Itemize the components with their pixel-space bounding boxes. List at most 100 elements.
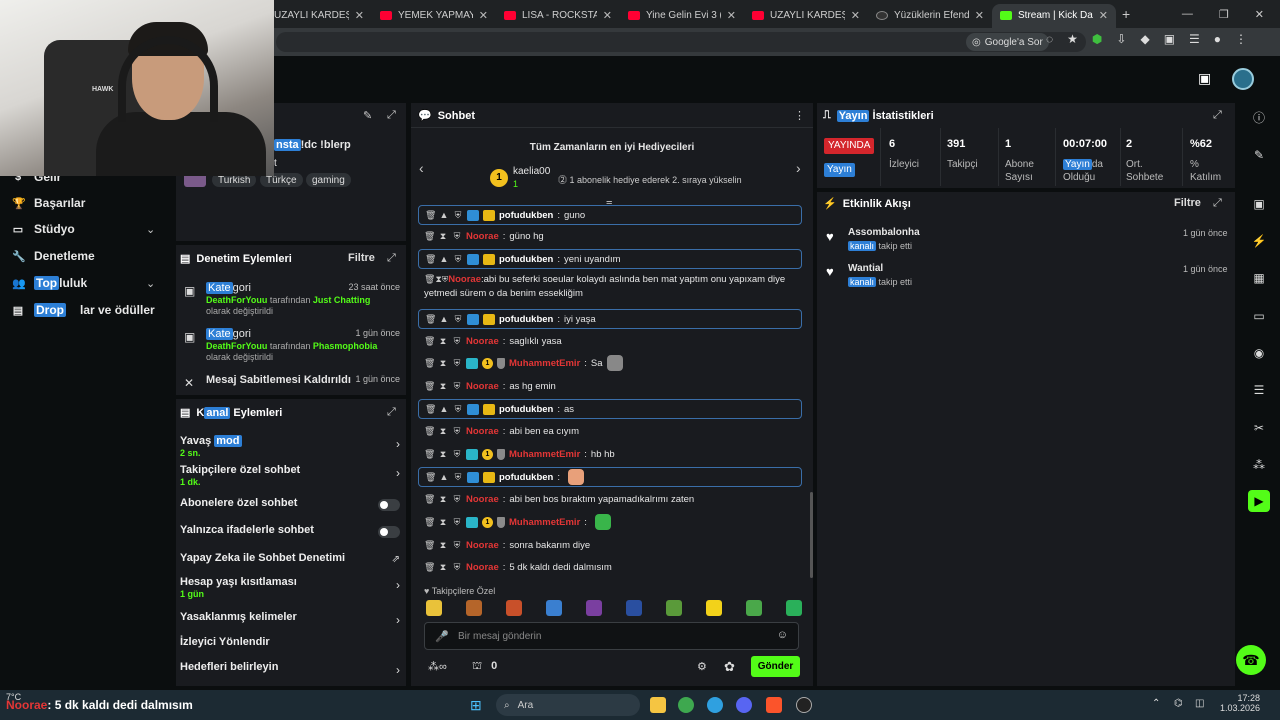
emote-icon[interactable] [506, 600, 522, 616]
emote-icon[interactable] [466, 600, 482, 616]
clipboard-icon[interactable]: ▦ [1248, 267, 1270, 289]
activity-user[interactable]: Assombalonha [848, 227, 920, 238]
emote-icon[interactable] [786, 600, 802, 616]
close-tab-icon[interactable]: ✕ [603, 9, 612, 22]
microphone-icon[interactable]: 🎤 [435, 630, 449, 643]
browser-tab[interactable]: Stream | Kick Dashb✕ [992, 3, 1116, 28]
browser-tab[interactable]: UZAYLI KARDEŞLERİ |✕ [744, 4, 868, 28]
expand-icon[interactable]: ⤢ [387, 406, 396, 419]
emote-icon[interactable] [626, 600, 642, 616]
raid-row[interactable]: İzleyici Yönlendir [180, 636, 402, 652]
chat-message[interactable]: 🗑 ⧗ ⛨ Noorae:5 dk kaldı dedi dalmısım [424, 558, 802, 576]
close-tab-icon[interactable]: ✕ [1099, 9, 1108, 22]
chat-message[interactable]: 🗑⧗⛨Noorae:abi bu seferki soeular kolaydı… [424, 272, 802, 302]
chat-message[interactable]: 🗑 ▲ ⛨ pofudukben: iyi yaşa [418, 309, 802, 329]
prev-gifter-arrow-icon[interactable]: ‹ [419, 160, 424, 176]
clock[interactable]: 17:28 1.03.2026 [1220, 693, 1260, 713]
info-icon[interactable]: ⓘ [1248, 107, 1270, 129]
lightning-icon[interactable]: ⚡ [1248, 230, 1270, 252]
reading-list-icon[interactable]: ☰ [1189, 32, 1200, 46]
nav-item-studyo[interactable]: ▭ Stüdyo [12, 222, 75, 236]
tray-chevron-icon[interactable]: ⌃ [1152, 698, 1160, 709]
browser-tab[interactable]: LISA - ROCKSTAR (O✕ [496, 4, 620, 28]
volume-icon[interactable]: ◫ [1195, 698, 1204, 709]
close-tab-icon[interactable]: ✕ [355, 9, 364, 22]
new-tab-icon[interactable]: + [1122, 6, 1130, 22]
eye-off-icon[interactable]: ◌ [1046, 32, 1053, 46]
slow-mode-row[interactable]: Yavaş mod 2 sn. › [180, 435, 402, 459]
next-gifter-arrow-icon[interactable]: › [796, 160, 801, 176]
help-chat-icon[interactable]: ☎ [1236, 645, 1266, 675]
tools-icon[interactable]: ✂ [1248, 417, 1270, 439]
omnibox[interactable] [276, 32, 1086, 52]
bookmark-star-icon[interactable]: ★ [1067, 32, 1078, 46]
windows-start-icon[interactable]: ⊞ [470, 698, 484, 712]
chat-message[interactable]: 🗑 ⧗ ⛨ Noorae: güno hg [424, 227, 802, 245]
chat-message[interactable]: 🗑 ⧗ ⛨ Noorae: sonra bakarım diye [424, 536, 802, 554]
expand-icon[interactable]: ⤢ [1213, 197, 1222, 210]
browser-tab[interactable]: Yüzüklerin Efendisi Y✕ [868, 4, 992, 28]
close-tab-icon[interactable]: ✕ [851, 9, 860, 22]
moderation-filter-button[interactable]: Filtre [348, 252, 375, 264]
close-tab-icon[interactable]: ✕ [727, 9, 736, 22]
expand-icon[interactable]: ⤢ [387, 109, 396, 122]
community-icon[interactable]: ⁂ [1248, 454, 1270, 476]
nav-item-basarilar[interactable]: 🏆 Başarılar [12, 196, 85, 210]
expand-icon[interactable]: ⤢ [387, 252, 396, 265]
puzzle-icon[interactable]: ▣ [1164, 32, 1175, 46]
studyo-chevron-down-icon[interactable]: ⌄ [146, 223, 155, 236]
nav-item-topluluk[interactable]: 👥 Top luluk [12, 276, 87, 290]
tag-pill[interactable]: gaming [306, 173, 351, 187]
chat-message[interactable]: 🗑 ⧗ ⛨ Noorae: abi ben ea cıyım [424, 422, 802, 440]
goals-row[interactable]: Hedefleri belirleyin › [180, 661, 402, 677]
obs-icon[interactable] [796, 697, 812, 713]
screen-share-icon[interactable]: ▣ [1248, 193, 1270, 215]
followers-only-row[interactable]: Takipçilere özel sohbet 1 dk. › [180, 464, 402, 488]
broadcast-icon[interactable]: ◉ [1248, 342, 1270, 364]
close-tab-icon[interactable]: ✕ [975, 9, 984, 22]
subscribers-only-toggle[interactable] [378, 499, 400, 511]
edge-icon[interactable] [707, 697, 723, 713]
layout-icon[interactable]: ☰ [1248, 379, 1270, 401]
emote-icon[interactable] [426, 600, 442, 616]
taskbar-search[interactable]: ⌕ Ara [496, 694, 640, 716]
infinity-points-icon[interactable]: ⁂∞ [428, 660, 447, 673]
discord-icon[interactable] [736, 697, 752, 713]
banned-words-row[interactable]: Yasaklanmış kelimeler › [180, 611, 402, 627]
maximize-icon[interactable]: ❐ [1219, 8, 1229, 21]
file-explorer-icon[interactable] [650, 697, 666, 713]
shield-extension-icon[interactable]: ⬢ [1092, 32, 1102, 46]
profile-icon[interactable]: ● [1214, 32, 1221, 46]
browser-tab[interactable]: YEMEK YAPMAYA GE✕ [372, 4, 496, 28]
settings-gear-icon[interactable]: ⚙ [697, 660, 707, 673]
close-tab-icon[interactable]: ✕ [479, 9, 488, 22]
account-age-row[interactable]: Hesap yaşı kısıtlaması 1 gün › [180, 576, 402, 600]
chat-icon[interactable]: ▭ [1248, 305, 1270, 327]
minimize-icon[interactable]: — [1182, 8, 1193, 20]
emoji-icon[interactable]: ☺ [777, 629, 788, 641]
google-sor-button[interactable]: ◎ Google'a Sor [966, 33, 1049, 51]
topluluk-chevron-down-icon[interactable]: ⌄ [146, 277, 155, 290]
chat-message[interactable]: 🗑 ⧗ ⛨ Noorae: as hg emin [424, 377, 802, 395]
activity-user[interactable]: Wantial [848, 263, 883, 274]
nav-item-denetleme[interactable]: 🔧 Denetleme [12, 249, 95, 263]
chat-message[interactable]: 🗑 ▲ ⛨ pofudukben: [418, 467, 802, 487]
ai-moderation-row[interactable]: Yapay Zeka ile Sohbet Denetimi ⇗ [180, 552, 402, 568]
emote-icon[interactable] [666, 600, 682, 616]
gifter-name[interactable]: kaelia00 [513, 166, 550, 177]
expand-icon[interactable]: ⤢ [1213, 109, 1222, 122]
chat-input[interactable]: 🎤 Bir mesaj gönderin ☺ [424, 622, 799, 650]
user-avatar[interactable] [1232, 68, 1254, 90]
nav-item-droplar[interactable]: ▤ Drop lar ve ödüller [12, 303, 155, 317]
download-icon[interactable]: ⇩ [1116, 32, 1126, 46]
theatre-mode-icon[interactable]: ▣ [1198, 70, 1211, 87]
close-window-icon[interactable]: ✕ [1255, 8, 1264, 21]
points-display[interactable]: ⛫ 0 [472, 660, 497, 674]
extension-icon[interactable]: ◆ [1140, 32, 1149, 46]
emote-icon[interactable] [546, 600, 562, 616]
activity-filter-button[interactable]: Filtre [1174, 197, 1201, 209]
chat-message[interactable]: 🗑 ▲ ⛨ pofudukben: yeni uyandım [418, 249, 802, 269]
send-button[interactable]: Gönder [751, 656, 800, 677]
emote-icon[interactable] [586, 600, 602, 616]
chat-scrollbar[interactable] [810, 492, 813, 578]
